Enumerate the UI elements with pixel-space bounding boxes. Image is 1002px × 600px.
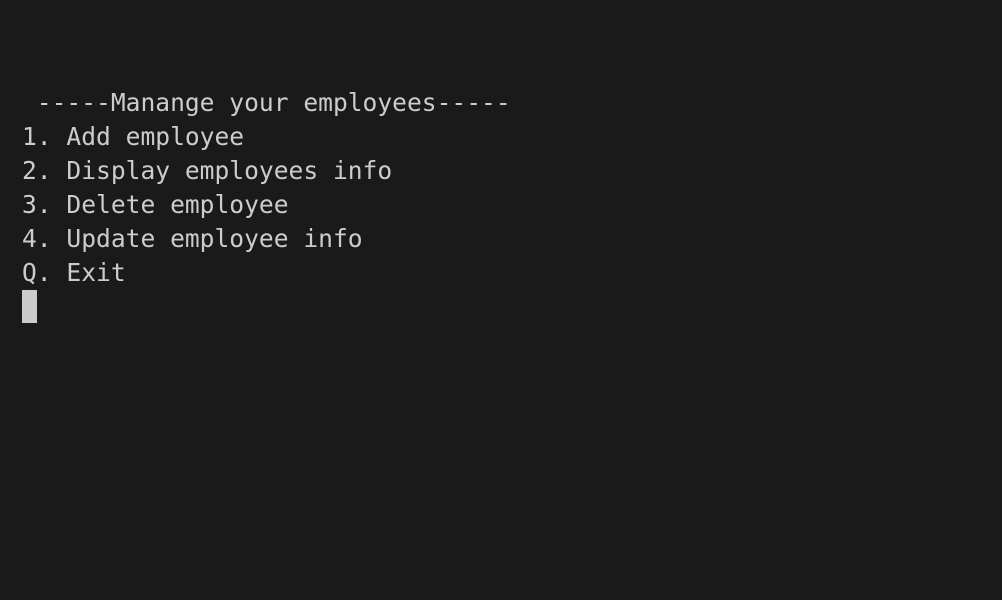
menu-item-display-employees: 2. Display employees info	[22, 156, 393, 185]
menu-item-exit: Q. Exit	[22, 258, 126, 287]
menu-header: -----Manange your employees-----	[22, 88, 511, 117]
input-line[interactable]	[22, 290, 982, 324]
menu-item-add-employee: 1. Add employee	[22, 122, 245, 151]
terminal-output[interactable]: -----Manange your employees----- 1. Add …	[22, 86, 982, 324]
text-cursor	[22, 290, 37, 323]
menu-item-update-employee: 4. Update employee info	[22, 224, 363, 253]
menu-item-delete-employee: 3. Delete employee	[22, 190, 289, 219]
